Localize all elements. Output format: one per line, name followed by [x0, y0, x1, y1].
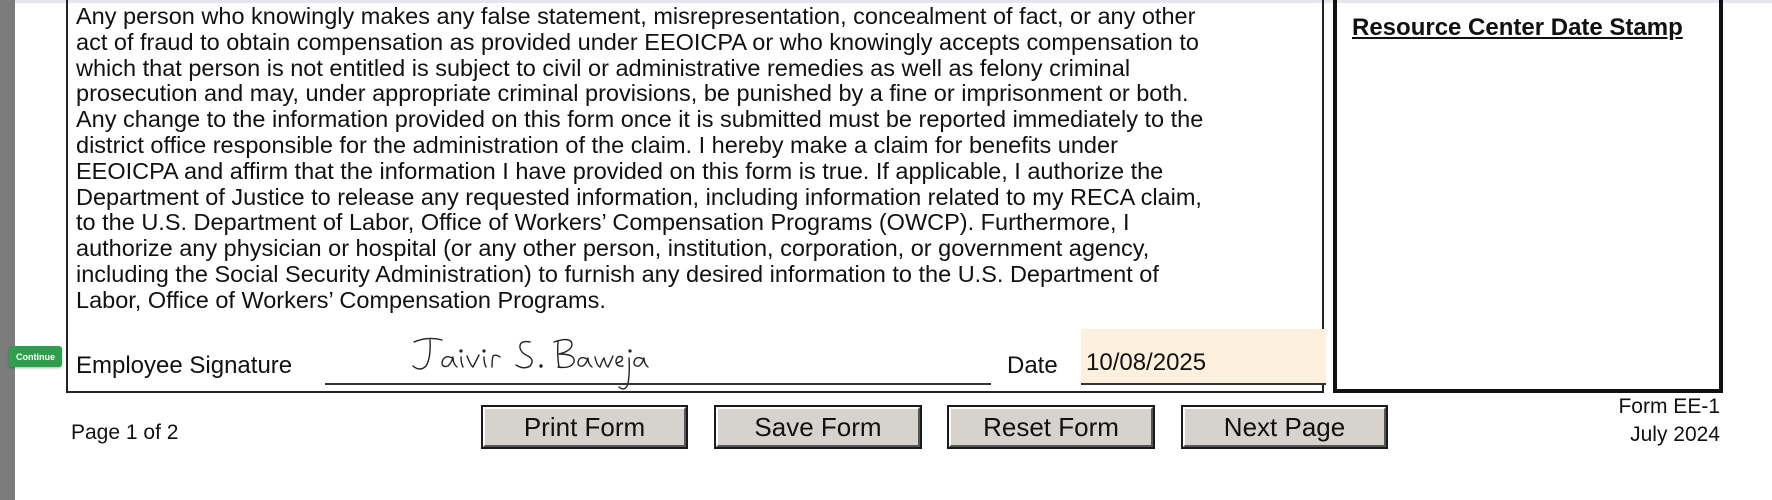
page-indicator: Page 1 of 2 — [71, 421, 179, 444]
certification-line: which that person is not entitled is sub… — [76, 54, 1131, 81]
print-form-button[interactable]: Print Form — [481, 405, 688, 449]
certification-text: Any person who knowingly makes any false… — [76, 3, 1321, 314]
certification-line: Any person who knowingly makes any false… — [76, 3, 1196, 29]
employee-signature-image[interactable] — [400, 330, 650, 398]
employee-signature-label: Employee Signature — [76, 352, 293, 379]
next-page-button[interactable]: Next Page — [1181, 405, 1388, 449]
certification-line: Labor, Office of Workers’ Compensation P… — [76, 286, 606, 313]
save-form-button[interactable]: Save Form — [714, 405, 922, 449]
certification-line: prosecution and may, under appropriate c… — [76, 80, 1189, 107]
viewer-left-scrollbar[interactable] — [0, 0, 15, 500]
date-field[interactable]: 10/08/2025 — [1081, 329, 1326, 385]
certification-line: Any change to the information provided o… — [76, 106, 1204, 133]
certification-line: EEOICPA and affirm that the information … — [76, 157, 1164, 184]
date-stamp-title: Resource Center Date Stamp — [1352, 14, 1683, 41]
form-revision-date: July 2024 — [1630, 423, 1720, 446]
date-label: Date — [1007, 352, 1058, 379]
reset-form-button[interactable]: Reset Form — [947, 405, 1155, 449]
form-number: Form EE-1 — [1618, 395, 1720, 418]
form-identifier: Form EE-1 July 2024 — [1618, 393, 1720, 449]
certification-line: act of fraud to obtain compensation as p… — [76, 28, 1199, 55]
date-stamp-box: Resource Center Date Stamp — [1333, 0, 1723, 393]
signature-line — [325, 383, 991, 385]
certification-line: district office responsible for the admi… — [76, 131, 1118, 158]
certification-line: to the U.S. Department of Labor, Office … — [76, 209, 1130, 236]
certification-line: authorize any physician or hospital (or … — [76, 235, 1150, 262]
certification-line: including the Social Security Administra… — [76, 260, 1159, 287]
continue-button[interactable]: Continue — [9, 346, 62, 367]
certification-line: Department of Justice to release any req… — [76, 183, 1202, 210]
